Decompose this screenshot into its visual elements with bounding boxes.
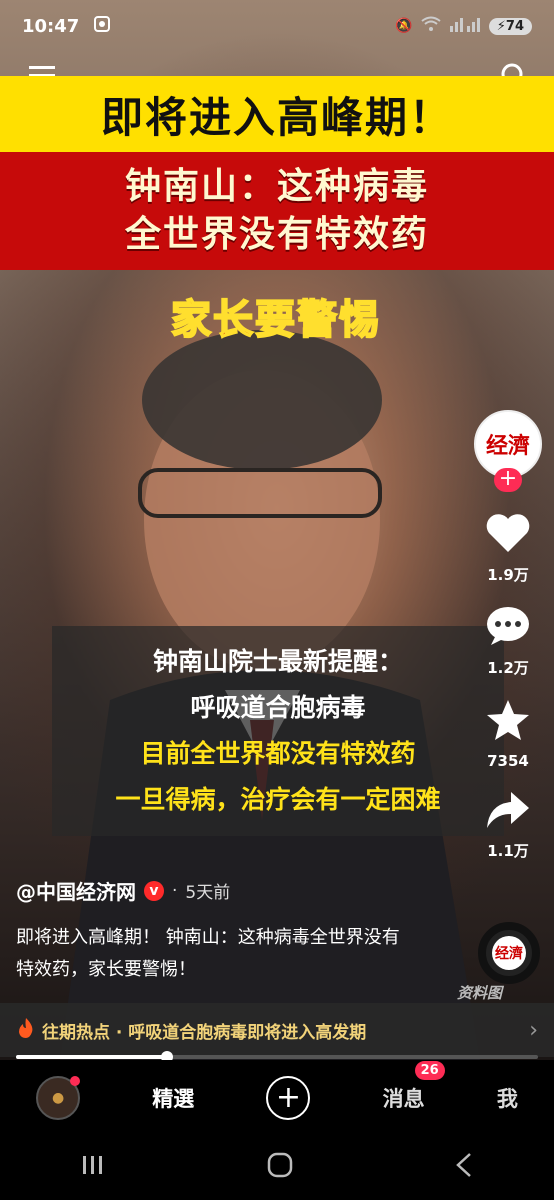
side-actions: 经濟 + 1.9万 1.2万 7354 1.1万 [474,410,542,861]
comment-count: 1.2万 [487,659,529,677]
video-title-yellow: 即将进入高峰期！ [100,92,453,142]
avatar-image: ● [51,1090,65,1106]
share-button[interactable]: 1.1万 [485,790,531,861]
caption-line-3: 目前全世界都没有特效药 [140,739,416,768]
fire-icon [16,1017,36,1043]
tab-messages[interactable]: 消息 26 [382,1061,445,1113]
time-separator: · [172,880,178,901]
video-title-red-line1: 钟南山：这种病毒 [124,166,429,207]
follow-button[interactable]: + [494,468,522,492]
avatar-logo-text: 经濟 [485,434,530,459]
recent-apps-icon[interactable] [81,1153,105,1183]
heart-icon [485,512,531,558]
share-icon [485,790,531,834]
favorite-button[interactable]: 7354 [485,698,531,770]
verified-badge-icon: v [144,880,164,901]
favorite-count: 7354 [487,752,529,770]
caption-line-4: 一旦得病，治疗会有一定困难 [115,785,441,814]
warning-banner: 家长要警惕 [137,286,415,346]
watermark-text: 资料图 [456,984,502,1002]
bottom-tab-bar: ● 精選 + 消息 26 我 [0,1060,554,1136]
status-time: 10:47 [22,15,80,37]
wifi-icon [421,16,441,36]
music-disc[interactable]: 经濟 [478,922,540,984]
comment-button[interactable]: 1.2万 [485,605,531,678]
video-progress-bar[interactable] [16,1051,538,1063]
warning-text: 家长要警惕 [170,296,381,344]
back-icon[interactable] [455,1152,473,1185]
home-icon[interactable] [267,1152,293,1185]
author-name[interactable]: @中国经济网 [16,876,136,905]
create-button[interactable]: + [266,1076,311,1120]
caption-line-1: 钟南山院士最新提醒： [152,647,403,676]
plus-icon: + [275,1080,302,1115]
status-bar: 10:47 🔕 ⚡74 [0,0,554,52]
screenshot-icon [93,15,111,38]
share-count: 1.1万 [487,842,529,860]
comment-icon [485,605,531,651]
battery-level: 74 [505,18,524,34]
star-icon [485,698,531,746]
tab-featured[interactable]: 精選 [152,1083,194,1113]
progress-fill [16,1055,168,1059]
signal-icon [449,16,481,36]
author-line: @中国经济网 v · 5天前 [16,876,230,905]
hot-topics-bar[interactable]: 往期热点 · 呼吸道合胞病毒即将进入高发期 › [0,1003,554,1057]
video-title-red-line2: 全世界没有特效药 [124,214,429,255]
like-button[interactable]: 1.9万 [485,512,531,585]
like-count: 1.9万 [487,566,529,584]
chevron-right-icon: › [529,1017,538,1043]
video-title-banner: 即将进入高峰期！ [0,76,554,152]
caption-line-2: 呼吸道合胞病毒 [190,693,366,722]
battery-icon: ⚡74 [488,17,532,35]
tab-me[interactable]: 我 [497,1083,518,1113]
post-description[interactable]: 即将进入高峰期！ 钟南山：这种病毒全世界没有特效药，家长要警惕！ [16,922,416,986]
video-caption: 钟南山院士最新提醒： 呼吸道合胞病毒 目前全世界都没有特效药 一旦得病，治疗会有… [52,626,504,836]
mute-icon: 🔕 [395,18,413,34]
post-time: 5天前 [185,883,231,903]
messages-badge: 26 [414,1061,445,1080]
tab-messages-label: 消息 [382,1087,425,1111]
hot-topics-text: 往期热点 · 呼吸道合胞病毒即将进入高发期 [42,1022,367,1043]
video-subtitle-banner: 钟南山：这种病毒 全世界没有特效药 [0,152,554,270]
music-disc-text: 经濟 [492,936,526,970]
profile-avatar-tab[interactable]: ● [36,1076,81,1120]
verified-mark: v [149,882,159,899]
system-nav-bar [0,1136,554,1200]
notification-dot [70,1076,81,1086]
